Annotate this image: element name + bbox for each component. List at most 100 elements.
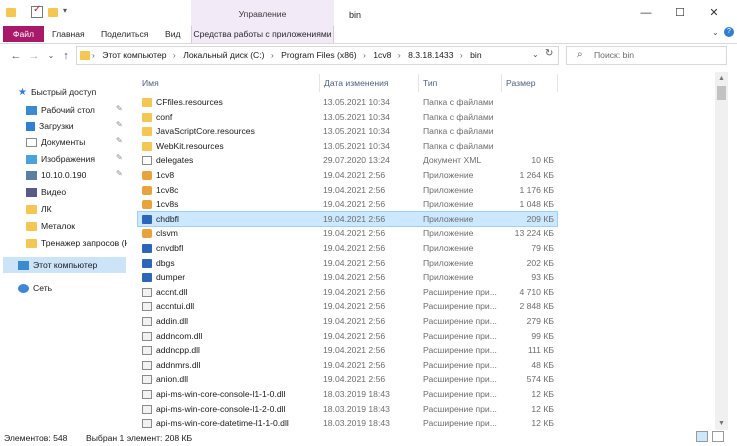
breadcrumb-bin[interactable]: bin [470, 50, 481, 60]
pin-icon[interactable]: ✎ [116, 153, 123, 162]
tab-share[interactable]: Поделиться [101, 26, 148, 42]
file-row[interactable]: clsvm 19.04.2021 2:56 Приложение 13 224 КБ [138, 226, 557, 241]
file-row[interactable]: 1cv8 19.04.2021 2:56 Приложение 1 264 КБ [138, 168, 557, 183]
nav-desktop[interactable]: Рабочий стол [26, 102, 95, 118]
tab-application-tools[interactable]: Средства работы с приложениями [191, 26, 334, 43]
up-button[interactable]: ↑ [58, 48, 74, 64]
file-row[interactable]: 1cv8c 19.04.2021 2:56 Приложение 1 176 КБ [138, 183, 557, 198]
documents-icon [26, 138, 37, 148]
nav-network[interactable]: Сеть [18, 280, 52, 296]
breadcrumb-separator[interactable]: › [460, 50, 463, 60]
breadcrumb-separator: › [92, 50, 95, 60]
file-type: Папка с файлами [423, 126, 494, 137]
column-header-name[interactable]: Имя [142, 75, 159, 91]
scroll-down-arrow[interactable]: ▼ [715, 418, 728, 430]
breadcrumb-separator[interactable]: › [363, 50, 366, 60]
file-row[interactable]: 1cv8s 19.04.2021 2:56 Приложение 1 048 КБ [138, 197, 557, 212]
file-row[interactable]: dbgs 19.04.2021 2:56 Приложение 202 КБ [138, 256, 557, 271]
recent-locations-button[interactable]: ⌄ [43, 48, 59, 64]
nav-item-label: Рабочий стол [41, 105, 95, 115]
dll-file-icon [142, 317, 152, 326]
maximize-button[interactable]: ☐ [663, 3, 697, 23]
tab-home[interactable]: Главная [52, 26, 85, 42]
expand-ribbon-icon[interactable]: ⌄ [712, 28, 719, 37]
file-row[interactable]: addin.dll 19.04.2021 2:56 Расширение при..… [138, 314, 557, 329]
nav-downloads[interactable]: Загрузки [26, 118, 74, 134]
details-view-button[interactable] [696, 431, 708, 442]
file-row[interactable]: conf 13.05.2021 10:34 Папка с файлами [138, 110, 557, 125]
nav-folder-query-trainer[interactable]: Тренажер запросов (К [26, 235, 127, 251]
file-row[interactable]: accntui.dll 19.04.2021 2:56 Расширение при… [138, 299, 557, 314]
breadcrumb-version[interactable]: 8.3.18.1433 [408, 50, 453, 60]
file-row[interactable]: api-ms-win-core-datetime-l1-1-0.dll 18.03… [138, 416, 557, 431]
tab-view[interactable]: Вид [165, 26, 181, 42]
column-divider[interactable] [557, 74, 558, 92]
file-row[interactable]: addncom.dll 19.04.2021 2:56 Расширение при… [138, 329, 557, 344]
breadcrumb-local-disk[interactable]: Локальный диск (C:) [183, 50, 264, 60]
new-folder-icon[interactable] [48, 8, 58, 17]
nav-network-drive[interactable]: 10.10.0.190 [26, 167, 86, 183]
address-dropdown-icon[interactable]: ⌄ [532, 50, 539, 59]
back-button[interactable]: ← [8, 48, 24, 64]
pin-icon[interactable]: ✎ [116, 104, 123, 113]
breadcrumb-separator[interactable]: › [271, 50, 274, 60]
pin-icon[interactable]: ✎ [116, 136, 123, 145]
search-input[interactable] [566, 46, 727, 65]
column-divider[interactable] [418, 74, 419, 92]
file-row[interactable]: cnvdbfl 19.04.2021 2:56 Приложение 79 КБ [138, 241, 557, 256]
file-size: 209 КБ [526, 213, 554, 224]
file-row[interactable]: accnt.dll 19.04.2021 2:56 Расширение при..… [138, 285, 557, 300]
file-row[interactable]: addnmrs.dll 19.04.2021 2:56 Расширение при… [138, 358, 557, 373]
column-header-size[interactable]: Размер [506, 75, 536, 91]
pin-icon[interactable]: ✎ [116, 120, 123, 129]
star-icon: ★ [18, 87, 27, 98]
app-1c-icon [142, 171, 152, 180]
file-row[interactable]: api-ms-win-core-console-l1-2-0.dll 18.03.… [138, 402, 557, 417]
file-row[interactable]: WebKit.resources 13.05.2021 10:34 Папка с … [138, 139, 557, 154]
column-header-type[interactable]: Тип [423, 75, 437, 91]
breadcrumb-separator[interactable]: › [398, 50, 401, 60]
file-name: 1cv8c [156, 184, 179, 195]
nav-video[interactable]: Видео [26, 184, 66, 200]
breadcrumb-this-pc[interactable]: Этот компьютер [102, 50, 166, 60]
file-date: 18.03.2019 18:43 [323, 418, 390, 429]
scroll-up-arrow[interactable]: ▲ [715, 73, 728, 85]
large-icons-view-button[interactable] [712, 431, 724, 442]
refresh-icon[interactable]: ↻ [545, 48, 553, 59]
file-date: 19.04.2021 2:56 [323, 301, 386, 312]
nav-item-label: Сеть [33, 283, 53, 293]
column-header-date[interactable]: Дата изменения [324, 75, 389, 91]
breadcrumb-separator[interactable]: › [173, 50, 176, 60]
properties-icon[interactable]: ✓ [31, 4, 43, 18]
file-row[interactable]: addncpp.dll 19.04.2021 2:56 Расширение при… [138, 343, 557, 358]
file-size: 111 КБ [527, 345, 554, 356]
file-row[interactable]: anion.dll 19.04.2021 2:56 Расширение при..… [138, 372, 557, 387]
nav-this-pc[interactable]: Этот компьютер [18, 257, 97, 273]
file-row[interactable]: chdbfl 19.04.2021 2:56 Приложение 209 КБ [137, 210, 558, 228]
tab-file[interactable]: Файл [3, 26, 44, 42]
file-row[interactable]: dumper 19.04.2021 2:56 Приложение 93 КБ [138, 270, 557, 285]
nav-documents[interactable]: Документы [26, 134, 85, 150]
nav-folder-metalok[interactable]: Металок [26, 218, 75, 234]
vertical-scrollbar[interactable] [715, 72, 728, 430]
file-row[interactable]: api-ms-win-core-console-l1-1-0.dll 18.03.… [138, 387, 557, 402]
close-button[interactable]: ✕ [697, 3, 731, 23]
column-divider[interactable] [501, 74, 502, 92]
column-divider[interactable] [319, 74, 320, 92]
scrollbar-thumb[interactable] [717, 86, 726, 100]
breadcrumb-1cv8[interactable]: 1cv8 [373, 50, 391, 60]
file-row[interactable]: JavaScriptCore.resources 13.05.2021 10:34… [138, 124, 557, 139]
file-row[interactable]: delegates 29.07.2020 13:24 Документ XML 10 … [138, 153, 557, 168]
help-icon[interactable]: ? [724, 27, 734, 37]
forward-button[interactable]: → [26, 48, 42, 64]
nav-quick-access[interactable]: ★ Быстрый доступ [18, 84, 96, 100]
pin-icon[interactable]: ✎ [116, 169, 123, 178]
file-date: 19.04.2021 2:56 [323, 257, 386, 268]
file-row[interactable]: CFfiles.resources 13.05.2021 10:34 Папка с… [138, 95, 557, 110]
video-icon [26, 188, 37, 198]
breadcrumb-program-files[interactable]: Program Files (x86) [281, 50, 356, 60]
minimize-button[interactable]: — [629, 3, 663, 23]
nav-folder-lk[interactable]: ЛК [26, 201, 52, 217]
nav-pictures[interactable]: Изображения [26, 151, 95, 167]
quick-access-toolbar-dropdown-icon[interactable]: ▾ [63, 6, 67, 15]
